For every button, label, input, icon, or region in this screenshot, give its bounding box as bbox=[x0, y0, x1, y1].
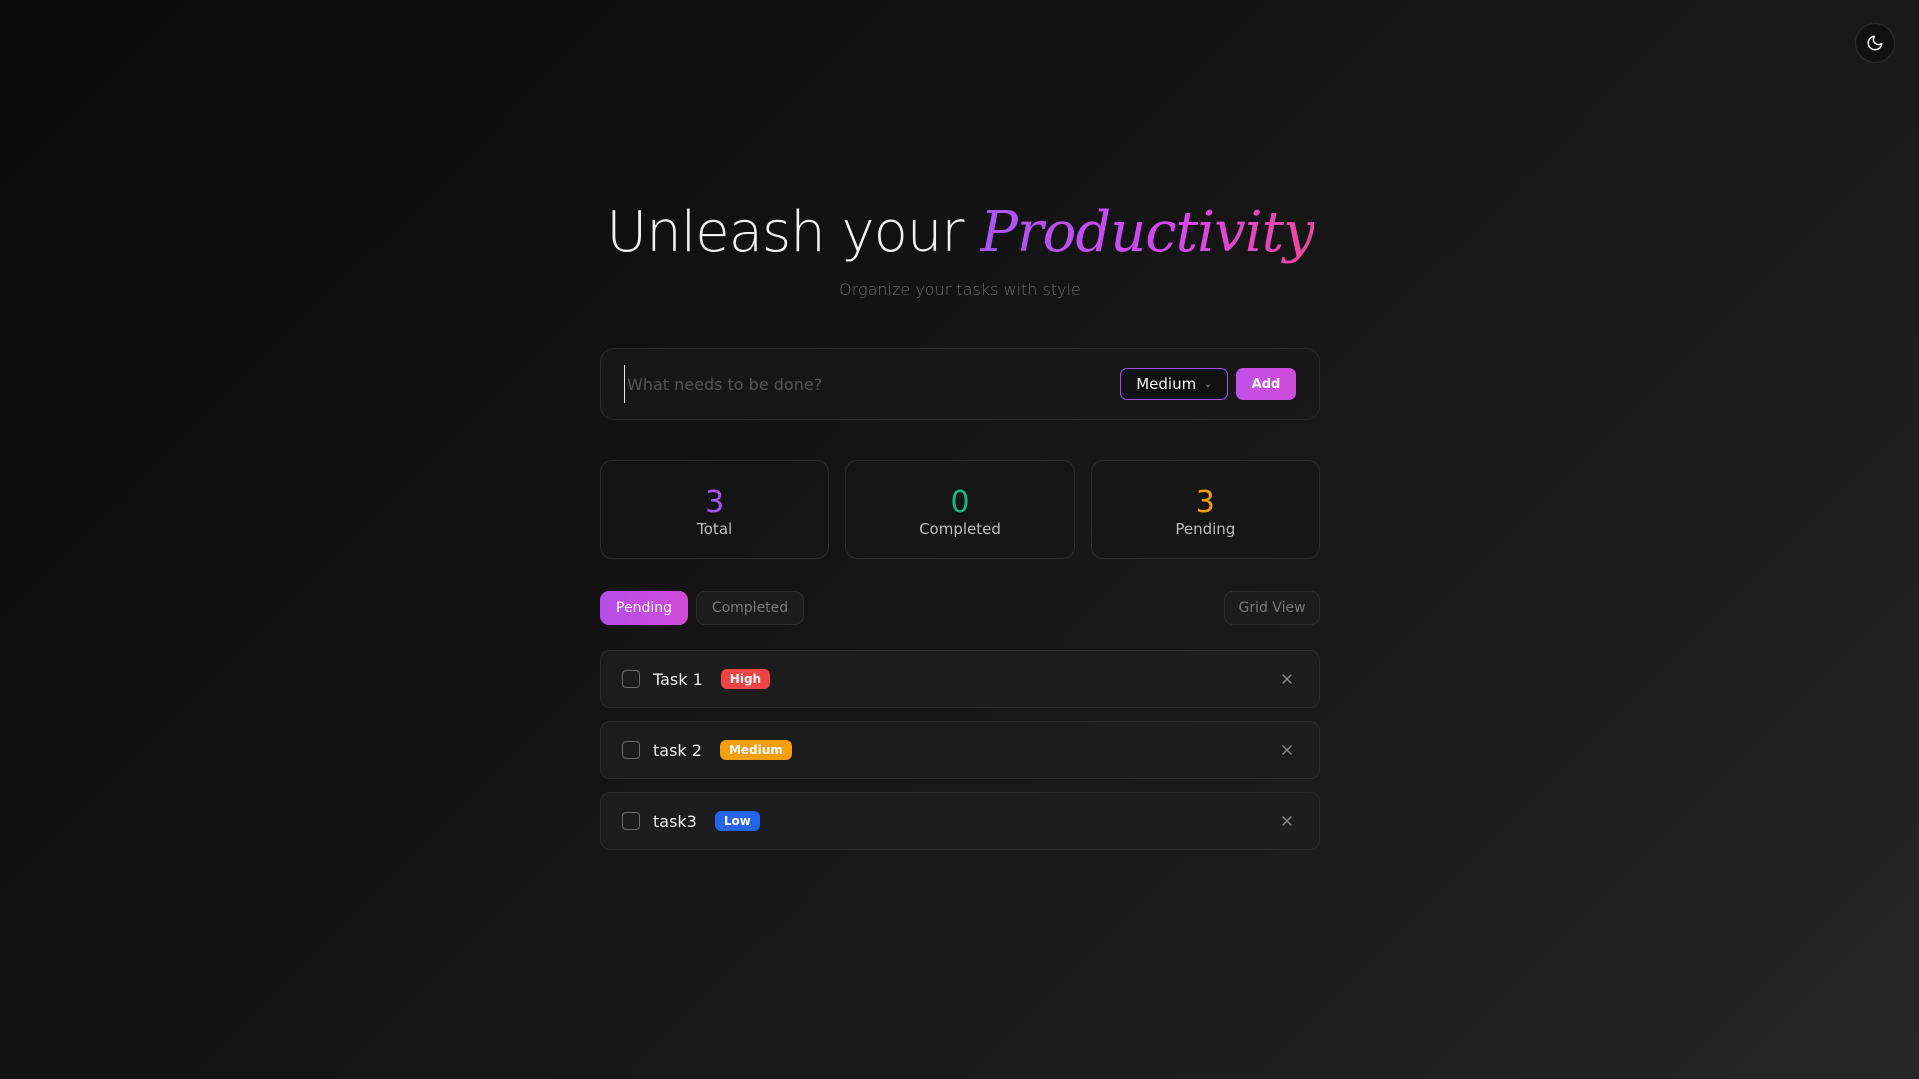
stat-card-total: 3 Total bbox=[600, 460, 830, 559]
priority-badge: Medium bbox=[719, 740, 792, 760]
add-button[interactable]: Add bbox=[1236, 368, 1296, 400]
task-checkbox[interactable] bbox=[622, 670, 640, 688]
priority-selected-label: Medium bbox=[1136, 375, 1197, 393]
task-text: Task 1 bbox=[653, 669, 703, 689]
close-icon bbox=[1282, 816, 1292, 826]
task-row: task3 Low bbox=[600, 792, 1320, 850]
stat-label-pending: Pending bbox=[1175, 519, 1236, 538]
close-icon bbox=[1282, 674, 1292, 684]
priority-select[interactable]: Medium ⌄ bbox=[1120, 368, 1228, 400]
priority-badge: Low bbox=[714, 811, 760, 831]
stats-row: 3 Total 0 Completed 3 Pending bbox=[600, 460, 1320, 559]
task-text: task3 bbox=[653, 811, 697, 831]
filter-bar: Pending Completed Grid View bbox=[600, 591, 1320, 625]
title-prefix: Unleash your bbox=[606, 200, 981, 265]
task-list: Task 1 High task 2 Medium task3 Low bbox=[600, 650, 1320, 863]
priority-badge: High bbox=[720, 669, 771, 689]
task-checkbox[interactable] bbox=[622, 741, 640, 759]
page-subtitle: Organize your tasks with style bbox=[839, 280, 1081, 299]
stat-card-pending: 3 Pending bbox=[1090, 460, 1320, 559]
delete-task-button[interactable] bbox=[1275, 809, 1299, 833]
close-icon bbox=[1282, 745, 1292, 755]
filter-completed-button[interactable]: Completed bbox=[696, 591, 804, 625]
grid-view-button[interactable]: Grid View bbox=[1224, 591, 1320, 625]
stat-value-pending: 3 bbox=[1195, 484, 1215, 520]
add-task-bar: Medium ⌄ Add bbox=[600, 348, 1320, 420]
task-checkbox[interactable] bbox=[622, 812, 640, 830]
task-text: task 2 bbox=[653, 740, 702, 760]
delete-task-button[interactable] bbox=[1275, 738, 1299, 762]
stat-value-completed: 0 bbox=[950, 484, 970, 520]
title-accent: Productivity bbox=[980, 200, 1315, 265]
filter-pending-button[interactable]: Pending bbox=[600, 591, 688, 625]
stat-label-completed: Completed bbox=[919, 519, 1001, 538]
stat-value-total: 3 bbox=[705, 484, 725, 520]
moon-icon bbox=[1867, 35, 1883, 51]
chevron-down-icon: ⌄ bbox=[1204, 379, 1212, 390]
stat-label-total: Total bbox=[697, 519, 733, 538]
theme-toggle-button[interactable] bbox=[1855, 23, 1895, 63]
task-row: task 2 Medium bbox=[600, 721, 1320, 779]
page-title: Unleash your Productivity bbox=[600, 198, 1320, 268]
task-input[interactable] bbox=[624, 365, 1120, 403]
task-row: Task 1 High bbox=[600, 650, 1320, 708]
delete-task-button[interactable] bbox=[1275, 667, 1299, 691]
stat-card-completed: 0 Completed bbox=[845, 460, 1075, 559]
